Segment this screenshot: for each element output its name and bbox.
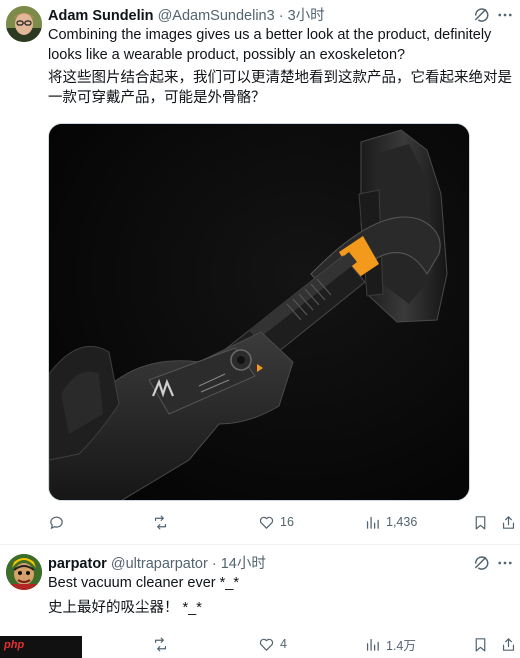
tweet-time[interactable]: 14小时	[221, 556, 266, 572]
tweet-actions: 16 1,436	[48, 512, 518, 532]
more-options-icon[interactable]	[496, 6, 514, 24]
retweet-button[interactable]	[152, 512, 174, 532]
views-chart-icon	[366, 638, 379, 651]
tweet-time[interactable]: 3小时	[288, 8, 325, 24]
avatar-cartoon-icon	[6, 554, 42, 590]
views-chart-icon	[366, 516, 379, 529]
view-count: 1.4万	[386, 638, 416, 653]
retweet-icon	[154, 637, 167, 651]
php-watermark: php	[0, 636, 82, 658]
heart-icon	[259, 516, 274, 529]
like-button[interactable]: 16	[258, 512, 294, 532]
share-button[interactable]	[500, 512, 517, 532]
tweet-media-image[interactable]	[48, 123, 470, 501]
grok-icon[interactable]	[472, 554, 490, 572]
watermark-text: php	[4, 639, 25, 651]
heart-icon	[259, 638, 274, 651]
view-count: 1,436	[386, 515, 418, 529]
avatar[interactable]	[6, 6, 42, 42]
retweet-button[interactable]	[152, 634, 174, 654]
avatar-photo-icon	[6, 6, 42, 42]
tweet-header: parpator @ultraparpator · 14小时	[48, 555, 266, 573]
bookmark-icon	[475, 515, 486, 529]
reply-icon	[50, 516, 63, 529]
exoskeleton-product-photo-icon	[49, 124, 469, 500]
tweet-text-chinese: 将这些图片结合起来，我们可以更清楚地看到这款产品，它看起来绝对是一款可穿戴产品，…	[48, 70, 512, 106]
views-button[interactable]: 1.4万	[364, 634, 416, 654]
separator-dot: ·	[278, 8, 284, 24]
like-count: 16	[280, 515, 294, 529]
tweet-actions: 4 1.4万	[48, 634, 518, 654]
share-button[interactable]	[500, 634, 517, 654]
retweet-icon	[154, 515, 167, 529]
grok-icon[interactable]	[472, 6, 490, 24]
tweet-text-english: Best vacuum cleaner ever *_*	[48, 575, 240, 591]
bookmark-icon	[475, 637, 486, 651]
author-handle[interactable]: @ultraparpator	[111, 556, 208, 572]
avatar[interactable]	[6, 554, 42, 590]
reply-button[interactable]	[48, 512, 70, 532]
share-icon	[502, 515, 515, 529]
tweet-text-english: Combining the images gives us a better l…	[48, 27, 492, 63]
bookmark-button[interactable]	[472, 512, 489, 532]
bookmark-button[interactable]	[472, 634, 489, 654]
like-button[interactable]: 4	[258, 634, 287, 654]
author-name[interactable]: parpator	[48, 556, 107, 572]
views-button[interactable]: 1,436	[364, 512, 417, 532]
separator-dot: ·	[211, 556, 217, 572]
tweet-1[interactable]: Adam Sundelin @AdamSundelin3 · 3小时 Combi…	[0, 0, 520, 545]
more-options-icon[interactable]	[496, 554, 514, 572]
like-count: 4	[280, 637, 287, 651]
author-handle[interactable]: @AdamSundelin3	[158, 8, 275, 24]
tweet-header: Adam Sundelin @AdamSundelin3 · 3小时	[48, 7, 325, 25]
share-icon	[502, 637, 515, 651]
tweet-text-chinese: 史上最好的吸尘器！ *_*	[48, 600, 202, 616]
author-name[interactable]: Adam Sundelin	[48, 8, 154, 24]
